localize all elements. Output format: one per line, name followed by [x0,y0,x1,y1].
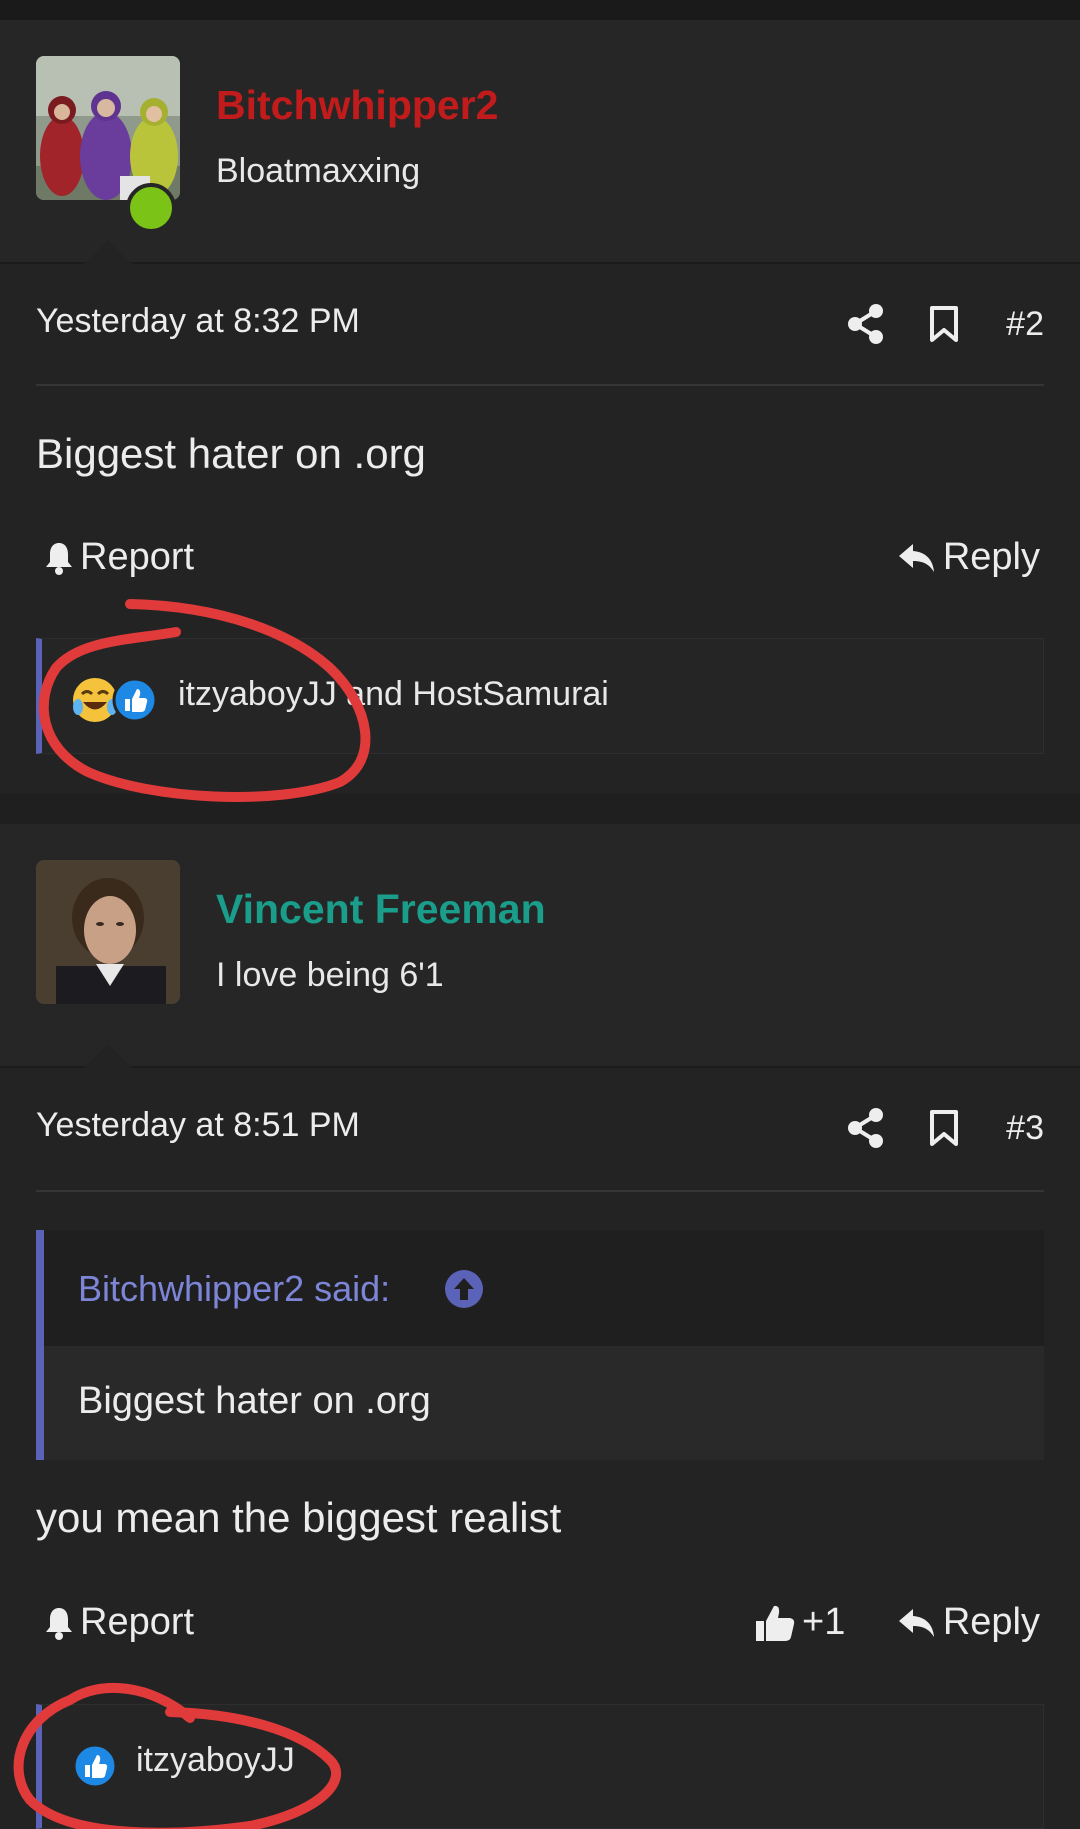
avatar[interactable] [36,56,180,200]
reply-label: Reply [942,1601,1040,1643]
reply-icon [898,1608,934,1637]
report-label: Report [80,536,195,578]
post-number[interactable]: #2 [1006,305,1044,344]
quote-body: Biggest hater on .org [44,1346,1044,1460]
divider [36,384,1044,386]
quote-block: Bitchwhipper2 said: Biggest hater on .or… [36,1230,1044,1460]
post-number[interactable]: #3 [1006,1109,1044,1148]
reply-label: Reply [942,536,1040,578]
report-button[interactable]: Report [44,536,194,579]
user-block-pointer [84,1044,132,1068]
share-icon[interactable] [844,302,888,346]
reactions-bar[interactable]: itzyaboyJJ [36,1704,1044,1829]
user-block-pointer [84,240,132,264]
like-thumb-icon [72,1743,118,1789]
reactions-users[interactable]: itzyaboyJJ and HostSamurai [178,675,609,714]
avatar[interactable] [36,860,180,1004]
report-label: Report [80,1601,195,1643]
bell-icon [46,542,72,575]
bookmark-icon[interactable] [922,302,966,346]
divider [36,1190,1044,1192]
post-actions: Report Reply [36,536,1044,592]
like-count: +1 [802,1601,846,1643]
user-title: I love being 6'1 [216,956,444,994]
user-title: Bloatmaxxing [216,152,421,190]
report-button[interactable]: Report [44,1601,194,1644]
quote-header[interactable]: Bitchwhipper2 said: [44,1230,1044,1346]
username[interactable]: Bitchwhipper2 [216,82,498,129]
post-user-block: Bitchwhipper2 Bloatmaxxing [0,20,1080,264]
post-user-block: Vincent Freeman I love being 6'1 [0,824,1080,1068]
post-message: Biggest hater on .org [36,430,426,477]
post-meta: Yesterday at 8:32 PM #2 [36,294,1044,354]
jump-to-quote-icon[interactable] [444,1269,484,1309]
like-button[interactable]: +1 [754,1601,845,1644]
reply-button[interactable]: Reply [897,1601,1040,1644]
top-bar [0,0,1080,20]
post-message: you mean the biggest realist [36,1494,562,1541]
post-time[interactable]: Yesterday at 8:51 PM [36,1106,360,1145]
thumbs-up-icon [756,1605,795,1641]
quote-text: Biggest hater on .org [78,1380,431,1422]
post-meta: Yesterday at 8:51 PM #3 [36,1098,1044,1158]
bell-icon [46,1607,72,1640]
bookmark-icon[interactable] [922,1106,966,1150]
quote-author[interactable]: Bitchwhipper2 said: [78,1268,390,1310]
post-time[interactable]: Yesterday at 8:32 PM [36,302,360,341]
reactions-bar[interactable]: itzyaboyJJ and HostSamurai [36,638,1044,754]
reply-button[interactable]: Reply [897,536,1040,579]
reactions-users[interactable]: itzyaboyJJ [136,1741,295,1780]
post-actions: Report +1 Reply [36,1601,1044,1657]
reply-icon [898,543,934,572]
share-icon[interactable] [844,1106,888,1150]
username[interactable]: Vincent Freeman [216,886,546,933]
post-separator [0,794,1080,824]
like-thumb-icon [112,677,158,723]
online-status-dot [126,183,176,233]
